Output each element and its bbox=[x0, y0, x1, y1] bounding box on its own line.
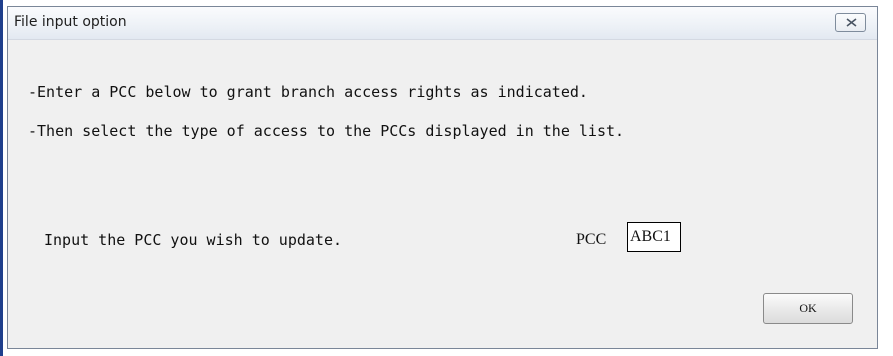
file-input-option-dialog: File input option -Enter a PCC below to … bbox=[7, 6, 878, 349]
screen: File input option -Enter a PCC below to … bbox=[0, 0, 893, 356]
window-title: File input option bbox=[14, 14, 127, 30]
instruction-line-1: -Enter a PCC below to grant branch acces… bbox=[28, 83, 588, 101]
pcc-input[interactable] bbox=[627, 222, 681, 252]
pcc-label: PCC bbox=[576, 231, 607, 248]
instruction-line-2: -Then select the type of access to the P… bbox=[28, 122, 625, 140]
pcc-prompt: Input the PCC you wish to update. bbox=[44, 231, 343, 249]
ok-button[interactable]: OK bbox=[763, 293, 853, 324]
desktop-edge bbox=[0, 0, 3, 356]
titlebar: File input option bbox=[8, 7, 877, 40]
close-icon bbox=[846, 18, 857, 27]
close-button[interactable] bbox=[835, 13, 866, 32]
dialog-body: -Enter a PCC below to grant branch acces… bbox=[8, 40, 877, 348]
